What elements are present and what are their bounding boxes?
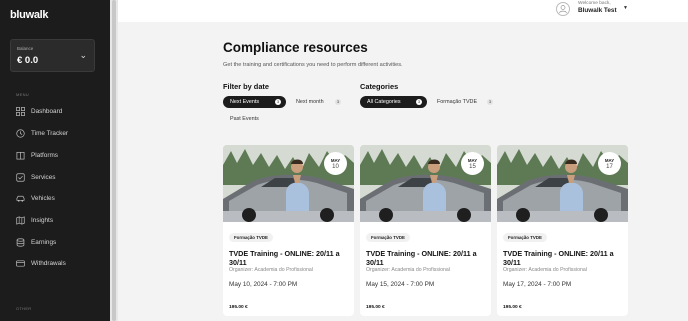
- sidebar-item-label: Insights: [31, 216, 54, 224]
- event-datetime: May 10, 2024 - 7:00 PM: [229, 281, 298, 288]
- building-icon: [16, 151, 25, 160]
- event-price: 195.00 €: [366, 305, 385, 310]
- page-title: Compliance resources: [223, 40, 368, 55]
- event-title[interactable]: TVDE Training - ONLINE: 20/11 a 30/11: [366, 249, 486, 267]
- event-date-badge: MAY 17: [598, 152, 621, 175]
- event-month: MAY: [330, 158, 341, 163]
- card-icon: [16, 259, 25, 268]
- filter-label: Next month: [296, 99, 324, 105]
- category-formacao-tvde[interactable]: Formação TVDE 3: [430, 96, 498, 108]
- category-label: All Categories: [367, 99, 401, 105]
- sidebar-item-label: Platforms: [31, 151, 58, 159]
- sidebar-item-label: Dashboard: [31, 107, 63, 115]
- event-day: 10: [332, 164, 339, 170]
- event-organizer: Organizer: Academia do Profissional: [366, 267, 450, 273]
- car-icon: [16, 194, 25, 203]
- categories-heading: Categories: [360, 82, 399, 91]
- filter-by-date-heading: Filter by date: [223, 82, 269, 91]
- brand-logo[interactable]: bluwalk: [10, 9, 49, 21]
- sidebar-item-vehicles[interactable]: Vehicles: [16, 191, 55, 205]
- filter-count: 3: [275, 99, 281, 105]
- database-icon: [16, 237, 25, 247]
- event-datetime: May 15, 2024 - 7:00 PM: [366, 281, 435, 288]
- event-card[interactable]: MAY 15 Formação TVDE TVDE Training - ONL…: [360, 145, 491, 316]
- sidebar-item-label: Vehicles: [31, 194, 55, 202]
- welcome-text: Welcome back,: [578, 1, 611, 6]
- event-price: 195.00 €: [229, 305, 248, 310]
- menu-section-label: MENU: [16, 92, 29, 97]
- filter-next-events[interactable]: Next Events 3: [223, 96, 286, 108]
- balance-value: € 0.0: [17, 55, 39, 66]
- avatar[interactable]: [556, 2, 570, 16]
- check-square-icon: [16, 172, 25, 182]
- other-section-label: OTHER: [16, 306, 32, 311]
- sidebar-item-label: Earnings: [31, 238, 57, 246]
- category-label: Formação TVDE: [437, 99, 478, 105]
- event-month: MAY: [604, 158, 615, 163]
- user-icon: [559, 5, 567, 14]
- caret-down-icon[interactable]: ▼: [623, 5, 628, 11]
- sidebar-item-insights[interactable]: Insights: [16, 213, 53, 227]
- sidebar-item-withdrawals[interactable]: Withdrawals: [16, 256, 66, 270]
- event-organizer: Organizer: Academia do Profissional: [229, 267, 313, 273]
- sidebar-item-services[interactable]: Services: [16, 170, 56, 184]
- category-all[interactable]: All Categories 3: [360, 96, 427, 108]
- sidebar-item-time-tracker[interactable]: Time Tracker: [16, 126, 68, 140]
- category-count: 3: [487, 99, 493, 105]
- event-category-tag: Formação TVDE: [229, 233, 273, 242]
- sidebar-item-platforms[interactable]: Platforms: [16, 148, 58, 162]
- chevron-down-icon[interactable]: ⌄: [79, 50, 87, 61]
- event-day: 17: [606, 164, 613, 170]
- filter-label: Past Events: [230, 116, 259, 122]
- event-date-badge: MAY 15: [461, 152, 484, 175]
- event-day: 15: [469, 164, 476, 170]
- event-category-tag: Formação TVDE: [503, 233, 547, 242]
- user-name[interactable]: Bluwalk Test: [578, 7, 617, 14]
- sidebar-item-earnings[interactable]: Earnings: [16, 235, 56, 249]
- grid-icon: [16, 106, 25, 116]
- category-count: 3: [416, 99, 422, 105]
- event-datetime: May 17, 2024 - 7:00 PM: [503, 281, 572, 288]
- filter-label: Next Events: [230, 99, 260, 105]
- sidebar-scrollbar-thumb[interactable]: [112, 0, 116, 321]
- event-title[interactable]: TVDE Training - ONLINE: 20/11 a 30/11: [229, 249, 349, 267]
- event-month: MAY: [467, 158, 478, 163]
- event-organizer: Organizer: Academia do Profissional: [503, 267, 587, 273]
- sidebar-item-dashboard[interactable]: Dashboard: [16, 104, 62, 118]
- filter-count: 3: [335, 99, 341, 105]
- sidebar-item-label: Withdrawals: [31, 259, 66, 267]
- sidebar: bluwalk Balance € 0.0 ⌄ MENU Dashboard T…: [0, 0, 110, 321]
- filter-past-events[interactable]: Past Events: [223, 113, 267, 125]
- event-category-tag: Formação TVDE: [366, 233, 410, 242]
- event-image: MAY 10: [223, 145, 354, 222]
- sidebar-item-label: Time Tracker: [31, 129, 69, 137]
- event-image: MAY 15: [360, 145, 491, 222]
- balance-label: Balance: [17, 46, 34, 51]
- event-card[interactable]: MAY 10 Formação TVDE TVDE Training - ONL…: [223, 145, 354, 316]
- balance-card[interactable]: Balance € 0.0 ⌄: [10, 39, 95, 72]
- event-image: MAY 17: [497, 145, 628, 222]
- event-card[interactable]: MAY 17 Formação TVDE TVDE Training - ONL…: [497, 145, 628, 316]
- event-price: 195.00 €: [503, 305, 522, 310]
- filter-next-month[interactable]: Next month 3: [289, 96, 346, 108]
- clock-icon: [16, 128, 25, 138]
- sidebar-item-label: Services: [31, 173, 56, 181]
- page-subtitle: Get the training and certifications you …: [223, 62, 403, 68]
- event-title[interactable]: TVDE Training - ONLINE: 20/11 a 30/11: [503, 249, 623, 267]
- map-icon: [16, 215, 25, 225]
- event-date-badge: MAY 10: [324, 152, 347, 175]
